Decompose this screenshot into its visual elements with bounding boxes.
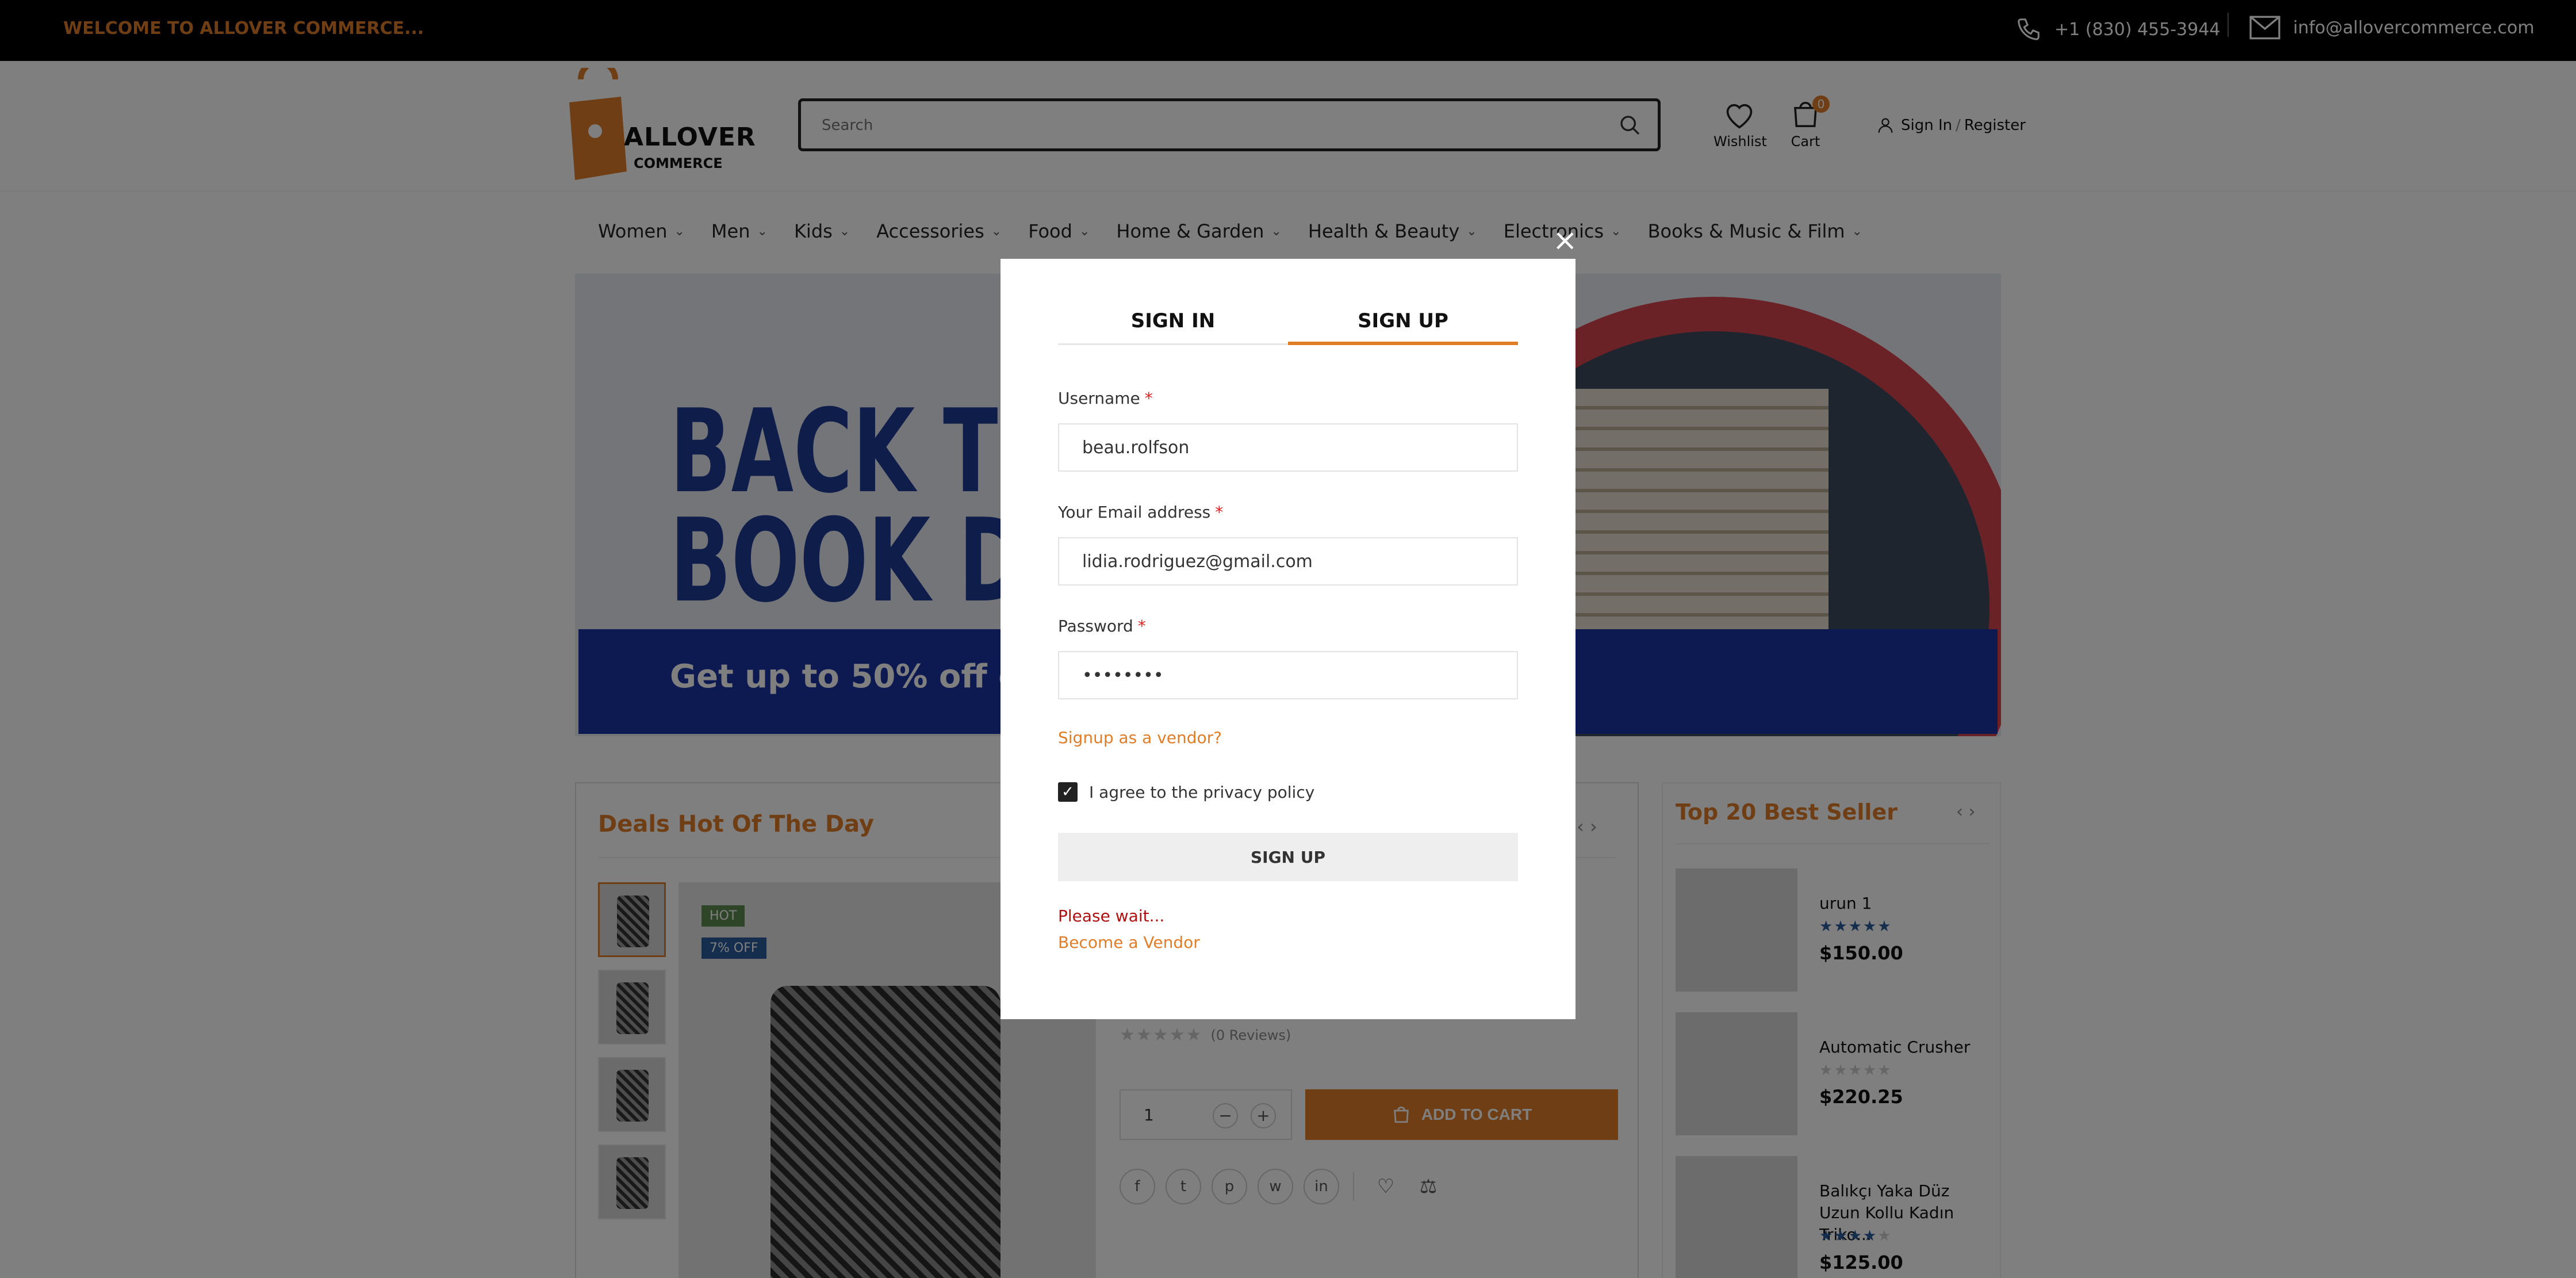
active-tab-underline bbox=[1288, 342, 1518, 345]
tab-sign-up[interactable]: SIGN UP bbox=[1288, 309, 1518, 332]
password-label: Password * bbox=[1058, 617, 1146, 636]
close-icon[interactable]: × bbox=[1552, 225, 1578, 255]
username-label: Username * bbox=[1058, 389, 1153, 408]
required-mark: * bbox=[1215, 503, 1224, 522]
auth-tabs: SIGN IN SIGN UP bbox=[1058, 305, 1518, 345]
privacy-agreement: ✓ I agree to the privacy policy bbox=[1058, 782, 1314, 802]
sign-up-button[interactable]: SIGN UP bbox=[1058, 833, 1518, 881]
required-mark: * bbox=[1144, 389, 1153, 408]
username-label-text: Username bbox=[1058, 389, 1140, 408]
tab-sign-in[interactable]: SIGN IN bbox=[1058, 309, 1288, 332]
email-label: Your Email address * bbox=[1058, 503, 1223, 522]
please-wait-text: Please wait... bbox=[1058, 906, 1165, 925]
signup-as-vendor-link[interactable]: Signup as a vendor? bbox=[1058, 728, 1222, 747]
agree-label: I agree to the privacy policy bbox=[1089, 782, 1315, 802]
auth-modal: SIGN IN SIGN UP Username* Your Email add… bbox=[1000, 259, 1575, 1019]
password-field[interactable] bbox=[1058, 651, 1518, 699]
agree-checkbox[interactable]: ✓ bbox=[1058, 782, 1078, 802]
email-field[interactable] bbox=[1058, 537, 1518, 586]
become-vendor-link[interactable]: Become a Vendor bbox=[1058, 933, 1200, 952]
email-label-text: Your Email address bbox=[1058, 503, 1211, 522]
password-label-text: Password bbox=[1058, 617, 1133, 636]
required-mark: * bbox=[1137, 617, 1146, 636]
username-field[interactable] bbox=[1058, 423, 1518, 472]
